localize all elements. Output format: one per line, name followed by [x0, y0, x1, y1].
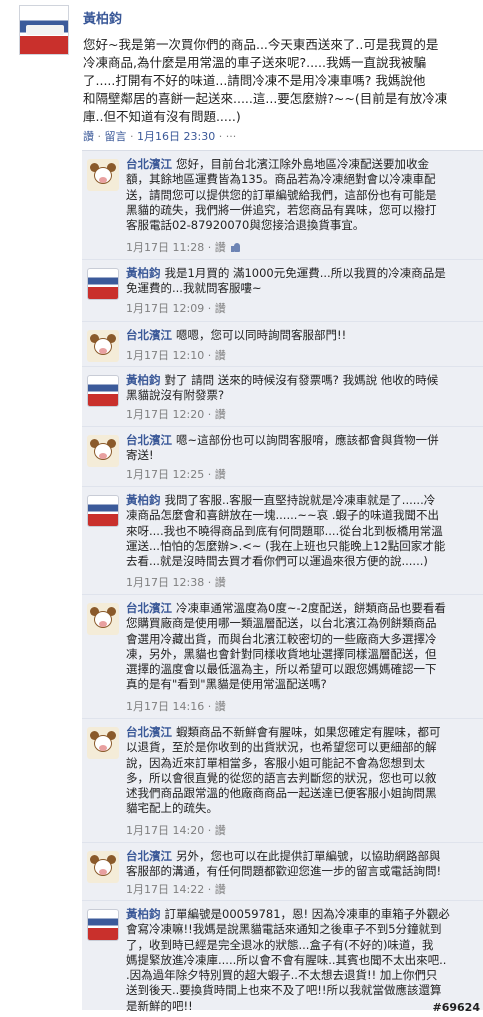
comment-author[interactable]: 黃柏鈞 — [126, 266, 161, 280]
comment-time[interactable]: 1月17日 12:20 — [126, 408, 204, 421]
like-link[interactable]: 讚 — [215, 302, 226, 315]
post: 黃柏鈞 您好~我是第一次買你們的商品...今天東西送來了..可是我買的是 冷凍商… — [0, 0, 483, 150]
comment-text: 冷凍車通常溫度為0度~-2度配送，餅類商品也要看看 您購買廠商是使用哪一類溫層配… — [126, 601, 446, 692]
comment-text: 另外，您也可以在此提供訂單編號，以協助網路部與 客服部的溝通，有任何問題都歡迎您… — [126, 849, 442, 879]
comment-item: 台北濱江 另外，您也可以在此提供訂單編號，以協助網路部與 客服部的溝通，有任何問題… — [82, 843, 483, 901]
comment-meta: 1月17日 12:25 · 讚 — [126, 468, 226, 481]
comment-time[interactable]: 1月17日 12:38 — [126, 576, 204, 589]
store-avatar[interactable] — [87, 435, 119, 467]
comment-meta: 1月17日 14:22 · 讚 — [126, 883, 226, 896]
comment-author[interactable]: 台北濱江 — [126, 328, 172, 342]
comment-time[interactable]: 1月17日 14:22 — [126, 883, 204, 896]
comment-item: 黃柏鈞 訂單編號是00059781，恩! 因為冷凍車的車箱子外觀必 會寫冷凍嘛!!… — [82, 901, 483, 1013]
comment-text: 嗯嗯，您可以同時詢問客服部門!! — [176, 328, 347, 342]
like-link[interactable]: 讚 — [215, 468, 226, 481]
comment-item: 台北濱江 嗯嗯，您可以同時詢問客服部門!! 1月17日 12:10 · 讚 — [82, 322, 483, 367]
like-link[interactable]: 讚 — [215, 700, 226, 713]
comment-text: 我是1月買的 滿1000元免運費...所以我買的冷凍商品是 免運費的...我就問… — [126, 266, 446, 296]
comment-author[interactable]: 台北濱江 — [126, 849, 172, 863]
comment-meta: 1月17日 14:16 · 讚 — [126, 700, 226, 713]
comment-item: 台北濱江 嗯~這部份也可以詢問客服唷，應該都會與貨物一併 寄送! 1月17日 12… — [82, 427, 483, 487]
store-avatar[interactable] — [87, 851, 119, 883]
comment-meta: 1月17日 12:10 · 讚 — [126, 349, 226, 362]
user-avatar[interactable] — [87, 375, 119, 407]
comment-author[interactable]: 黃柏鈞 — [126, 373, 161, 387]
comment-meta: 1月17日 12:09 · 讚 — [126, 302, 226, 315]
comment-text: 對了 請問 送來的時候沒有發票嗎? 我媽說 他收的時候 黑貓說沒有附發票? — [126, 373, 439, 403]
comment-author[interactable]: 台北濱江 — [126, 601, 172, 615]
like-link[interactable]: 讚 — [215, 349, 226, 362]
comment-author[interactable]: 黃柏鈞 — [126, 907, 161, 921]
user-avatar[interactable] — [87, 909, 119, 941]
comment-time[interactable]: 1月17日 11:28 — [126, 241, 204, 254]
author-avatar[interactable] — [19, 5, 69, 55]
like-link[interactable]: 讚 — [215, 576, 226, 589]
store-avatar[interactable] — [87, 159, 119, 191]
user-avatar[interactable] — [87, 495, 119, 527]
post-author-name[interactable]: 黃柏鈞 — [83, 8, 122, 27]
like-link[interactable]: 讚 — [215, 883, 226, 896]
more-dots[interactable]: ··· — [226, 130, 237, 143]
comment-text: 嗯~這部份也可以詢問客服唷，應該都會與貨物一併 寄送! — [126, 433, 439, 463]
comment-author[interactable]: 台北濱江 — [126, 725, 172, 739]
comment-time[interactable]: 1月17日 14:20 — [126, 824, 204, 837]
comment-item: 黃柏鈞 我是1月買的 滿1000元免運費...所以我買的冷凍商品是 免運費的...… — [82, 260, 483, 322]
like-link[interactable]: 讚 — [215, 824, 226, 837]
comment-link[interactable]: 留言 — [105, 130, 127, 143]
comment-time[interactable]: 1月17日 12:09 — [126, 302, 204, 315]
comment-text: 您好，目前台北濱江除外島地區冷凍配送要加收金 額，其餘地區運費皆為135。商品若… — [126, 157, 437, 233]
post-actions: 讚 · 留言 · 1月16日 23:30 · ··· — [83, 130, 237, 143]
comment-item: 黃柏鈞 對了 請問 送來的時候沒有發票嗎? 我媽說 他收的時候 黑貓說沒有附發票?… — [82, 367, 483, 427]
store-avatar[interactable] — [87, 603, 119, 635]
comment-item: 台北濱江 冷凍車通常溫度為0度~-2度配送，餅類商品也要看看 您購買廠商是使用哪一… — [82, 595, 483, 719]
comment-item: 台北濱江 蝦類商品不新鮮會有腥味，如果您確定有腥味，都可 以退貨，至於是你收到的出… — [82, 719, 483, 843]
store-avatar[interactable] — [87, 330, 119, 362]
comment-meta: 1月17日 11:28 · 讚 — [126, 239, 240, 255]
comment-author[interactable]: 黃柏鈞 — [126, 493, 161, 507]
comment-author[interactable]: 台北濱江 — [126, 433, 172, 447]
comment-text: 訂單編號是00059781，恩! 因為冷凍車的車箱子外觀必 會寫冷凍嘛!!我媽是… — [126, 907, 450, 1013]
comment-meta: 1月17日 14:20 · 讚 — [126, 824, 226, 837]
comment-list: 台北濱江 您好，目前台北濱江除外島地區冷凍配送要加收金 額，其餘地區運費皆為135… — [82, 150, 483, 1013]
comment-text: 我問了客服..客服一直堅持說就是冷凍車就是了......冷 凍商品怎麼會和喜餅放… — [126, 493, 446, 569]
like-link[interactable]: 讚 — [215, 241, 226, 254]
post-timestamp[interactable]: 1月16日 23:30 — [137, 130, 215, 143]
watermark: #69624 — [432, 1001, 481, 1014]
comment-meta: 1月17日 12:38 · 讚 — [126, 576, 226, 589]
store-avatar[interactable] — [87, 727, 119, 759]
like-thumb-icon — [230, 242, 240, 252]
post-text: 您好~我是第一次買你們的商品...今天東西送來了..可是我買的是 冷凍商品,為什… — [83, 37, 448, 124]
like-link[interactable]: 讚 — [83, 130, 94, 143]
comment-author[interactable]: 台北濱江 — [126, 157, 172, 171]
like-link[interactable]: 讚 — [215, 408, 226, 421]
comment-item: 台北濱江 您好，目前台北濱江除外島地區冷凍配送要加收金 額，其餘地區運費皆為135… — [82, 151, 483, 260]
comment-item: 黃柏鈞 我問了客服..客服一直堅持說就是冷凍車就是了......冷 凍商品怎麼會和… — [82, 487, 483, 595]
comment-text: 蝦類商品不新鮮會有腥味，如果您確定有腥味，都可 以退貨，至於是你收到的出貨狀況，… — [126, 725, 441, 816]
comment-time[interactable]: 1月17日 14:16 — [126, 700, 204, 713]
comment-meta: 1月17日 12:20 · 讚 — [126, 408, 226, 421]
user-avatar[interactable] — [87, 268, 119, 300]
comment-time[interactable]: 1月17日 12:10 — [126, 349, 204, 362]
comment-time[interactable]: 1月17日 12:25 — [126, 468, 204, 481]
